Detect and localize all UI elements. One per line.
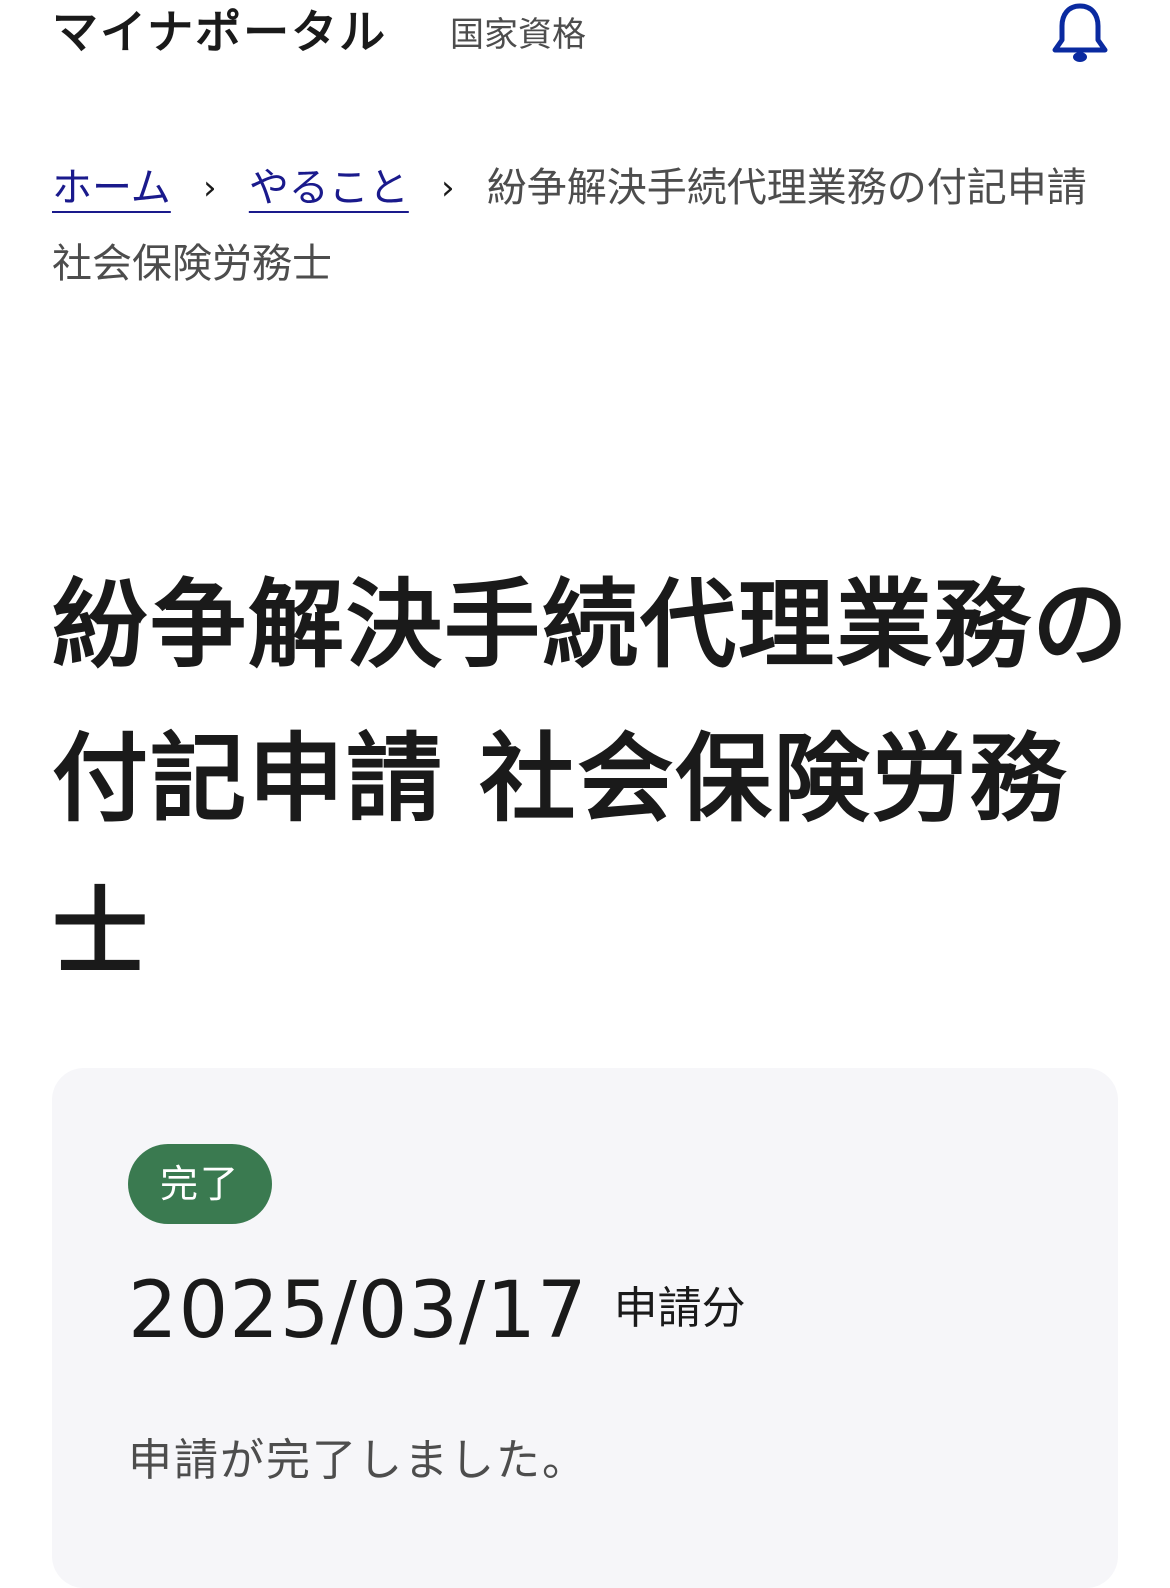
application-date-row: 2025/03/17 申請分: [128, 1266, 746, 1356]
breadcrumb-separator-icon: ›: [441, 168, 455, 208]
status-message: 申請が完了しました。: [128, 1435, 588, 1486]
breadcrumb: ホーム › やること › 紛争解決手続代理業務の付記申請 社会保険労務士: [52, 150, 1122, 302]
bell-icon: [1052, 3, 1108, 62]
breadcrumb-link-home[interactable]: ホーム: [52, 165, 171, 211]
application-date: 2025/03/17: [128, 1266, 588, 1356]
notification-button[interactable]: [1050, 0, 1110, 66]
status-badge: 完了: [128, 1144, 272, 1224]
status-card: 完了 2025/03/17 申請分 申請が完了しました。: [52, 1068, 1118, 1588]
section-label: 国家資格: [450, 15, 586, 55]
page-title: 紛争解決手続代理業務の付記申請 社会保険労務士: [52, 569, 1130, 989]
breadcrumb-link-todo[interactable]: やること: [249, 165, 409, 211]
app-header: マイナポータル 国家資格: [0, 0, 1170, 80]
breadcrumb-separator-icon: ›: [203, 168, 217, 208]
application-date-suffix: 申請分: [613, 1283, 746, 1334]
app-title[interactable]: マイナポータル: [52, 2, 387, 62]
